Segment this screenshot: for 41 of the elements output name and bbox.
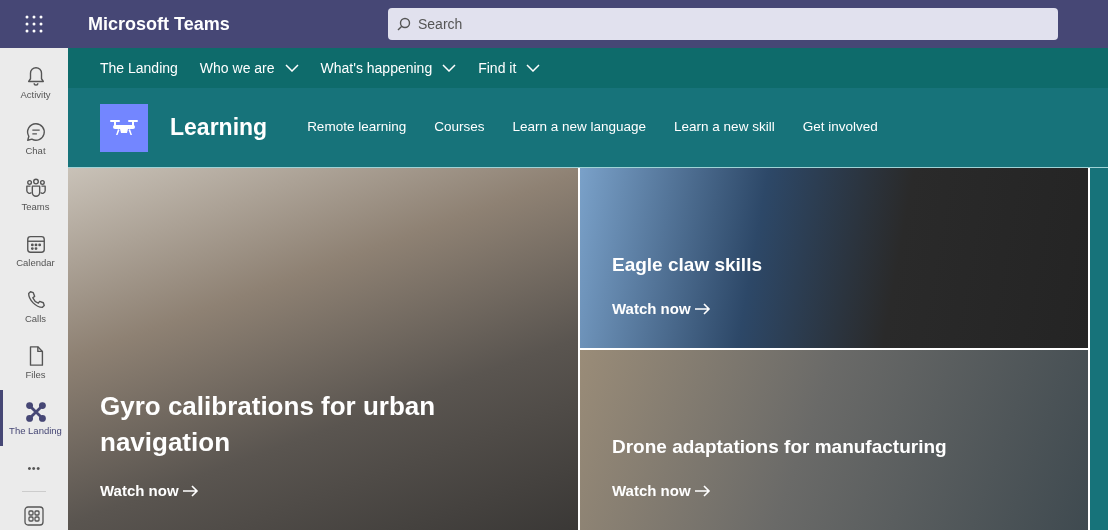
rail-item[interactable]: Calendar — [0, 222, 68, 278]
tile-title: Drone adaptations for manufacturing — [612, 434, 948, 459]
drone-icon — [24, 400, 47, 423]
header-link[interactable]: Learn a new language — [512, 117, 647, 138]
tile-title: Gyro calibrations for urban navigation — [100, 389, 437, 459]
header-link[interactable]: Remote learning — [307, 117, 407, 138]
header-link[interactable]: Courses — [434, 117, 485, 138]
rail-item[interactable]: Chat — [0, 110, 68, 166]
watch-now-link[interactable]: Watch now — [612, 479, 711, 502]
rail-item[interactable]: Activity — [0, 54, 68, 110]
nav-link[interactable]: Find it — [478, 57, 541, 79]
arrow-right-icon — [694, 302, 711, 315]
nav-link[interactable]: Who we are — [199, 57, 299, 79]
hero-tile[interactable]: Gyro calibrations for urban navigation Watch now — [68, 168, 578, 530]
arrow-right-icon — [182, 484, 199, 497]
tile-title: Eagle claw skills — [612, 252, 763, 277]
watch-now-link[interactable]: Watch now — [612, 297, 711, 320]
chevron-down-icon — [526, 64, 541, 72]
chevron-down-icon — [442, 64, 457, 72]
hero-tile[interactable]: Drone adaptations for manufacturing Watch now — [580, 350, 1088, 530]
drone-icon — [109, 117, 139, 138]
hero-tile[interactable]: Eagle claw skills Watch now — [580, 168, 1088, 348]
arrow-right-icon — [694, 484, 711, 497]
rail-item[interactable]: Calls — [0, 278, 68, 334]
watch-now-link[interactable]: Watch now — [100, 479, 199, 502]
nav-link[interactable]: The Landing — [100, 57, 178, 79]
search-field[interactable]: Search — [388, 8, 1058, 40]
header-link[interactable]: Get involved — [802, 117, 878, 138]
apps-icon[interactable] — [24, 505, 44, 526]
rail-item[interactable]: Files — [0, 334, 68, 390]
app-title: Microsoft Teams — [88, 12, 231, 36]
app-launcher-icon[interactable] — [24, 14, 44, 34]
search-icon — [397, 17, 411, 31]
rail-item[interactable]: Teams — [0, 166, 68, 222]
site-title: Learning — [170, 113, 268, 143]
chevron-down-icon — [284, 64, 299, 72]
chat-icon — [24, 120, 47, 143]
header-link[interactable]: Learn a new skill — [674, 117, 775, 138]
people-icon — [24, 176, 47, 199]
nav-link[interactable]: What's happening — [320, 57, 457, 79]
more-apps-button[interactable]: ••• — [27, 460, 41, 477]
